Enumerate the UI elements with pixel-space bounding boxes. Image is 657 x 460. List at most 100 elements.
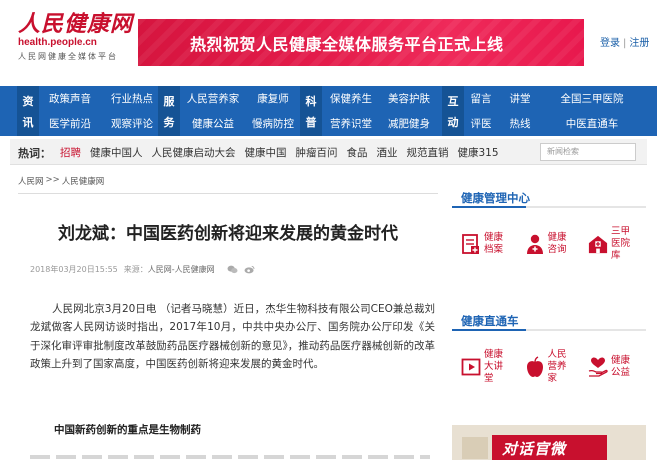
nutrition-expert-link[interactable]: 人民营养家: [525, 348, 577, 386]
doctor-icon: [526, 234, 543, 254]
icon-label: 健康咨询: [547, 232, 567, 255]
health-lecture-link[interactable]: 健康大讲堂: [461, 348, 513, 386]
site-header: 人民健康网 health.people.cn 人民网健康全媒体平台 热烈祝贺人民…: [0, 0, 657, 85]
breadcrumb: 人民网 >> 人民健康网: [18, 175, 438, 187]
nav-item-policy[interactable]: 政策声音: [39, 86, 101, 111]
heart-hand-icon: [588, 357, 608, 377]
nav-category-news[interactable]: 资 讯: [17, 86, 39, 136]
nav-category-char: 务: [163, 115, 175, 129]
nav-item-skincare[interactable]: 美容护肤: [380, 86, 438, 111]
hospital-icon: [588, 235, 608, 254]
news-search-input[interactable]: 新闻检索: [540, 143, 636, 161]
nav-block-interact: 互 动 留言 评医: [442, 86, 498, 136]
nav-item-hotline[interactable]: 热线: [503, 111, 537, 136]
article-text-continues: [30, 455, 430, 459]
article-body-paragraph: 人民网北京3月20日电 （记者马晓慧）近日，杰华生物科技有限公司CEO兼总裁刘龙…: [30, 303, 435, 371]
breadcrumb-home[interactable]: 人民网: [18, 175, 44, 187]
nav-item-top-hospitals[interactable]: 全国三甲医院: [537, 86, 647, 111]
nav-item-nutrition-class[interactable]: 营养识堂: [322, 111, 380, 136]
nav-item-nutrition-expert[interactable]: 人民营养家: [180, 86, 246, 111]
section-title: 健康管理中心: [452, 188, 646, 208]
nav-category-char: 普: [305, 115, 317, 129]
banner-text: 热烈祝贺人民健康全媒体服务平台正式上线: [190, 35, 504, 54]
hot-words-list: 招聘 健康中国人 人民健康启动大会 健康中国 肿瘤百问 食品 酒业 规范直销 健…: [60, 145, 499, 160]
hot-word[interactable]: 人民健康启动大会: [152, 145, 236, 160]
share-buttons: [227, 265, 255, 274]
nav-category-char: 动: [447, 115, 459, 129]
top-banner[interactable]: 热烈祝贺人民健康全媒体服务平台正式上线: [138, 19, 584, 66]
hot-word[interactable]: 酒业: [377, 145, 398, 160]
link-separator: |: [623, 38, 627, 49]
nav-category-char: 服: [163, 94, 175, 108]
apple-icon: [526, 356, 543, 377]
icon-label: 三甲医院库: [611, 226, 631, 261]
icon-label: 健康大讲堂: [484, 349, 504, 384]
login-link[interactable]: 登录: [600, 38, 620, 49]
hot-words-label: 热词：: [18, 147, 51, 160]
article: 人民网 >> 人民健康网 刘龙斌：中国医药创新将迎来发展的黄金时代 2018年0…: [18, 175, 438, 459]
nav-category-char: 互: [447, 94, 459, 108]
icon-label: 健康档案: [484, 232, 504, 255]
nav-item-tcm-express[interactable]: 中医直通车: [537, 111, 647, 136]
nav-item-commentary[interactable]: 观察评论: [101, 111, 163, 136]
hot-word[interactable]: 食品: [347, 145, 368, 160]
article-meta: 2018年03月20日15:55 来源：人民网-人民健康网: [30, 264, 255, 275]
health-file-icon: [462, 234, 479, 254]
banner-label: 对话官微: [502, 440, 567, 458]
nav-item-rate-doctor[interactable]: 评医: [464, 111, 498, 136]
register-link[interactable]: 注册: [629, 38, 649, 49]
logo-url: health.people.cn: [18, 37, 97, 48]
nav-item-rehab[interactable]: 康复师: [246, 86, 300, 111]
nav-item-medical-frontier[interactable]: 医学前沿: [39, 111, 101, 136]
hot-word[interactable]: 健康中国: [245, 145, 287, 160]
health-file-link[interactable]: 健康档案: [461, 225, 513, 263]
site-logo[interactable]: 人民健康网 health.people.cn 人民网健康全媒体平台: [18, 12, 133, 62]
nav-category-interact[interactable]: 互 动: [442, 86, 464, 136]
nav-block-science: 科 普 保健养生 营养识堂 美容护肤 减肥健身: [300, 86, 438, 136]
article-source[interactable]: 人民网-人民健康网: [148, 265, 215, 274]
breadcrumb-health[interactable]: 人民健康网: [62, 175, 105, 187]
icon-label: 人民营养家: [547, 349, 567, 384]
nav-item-public-welfare[interactable]: 健康公益: [180, 111, 246, 136]
source-label: 来源：: [123, 265, 148, 274]
nav-item-fitness[interactable]: 减肥健身: [380, 111, 438, 136]
nav-item-lecture[interactable]: 讲堂: [503, 86, 537, 111]
official-weibo-banner[interactable]: 对话官微: [452, 425, 646, 460]
nav-category-char: 讯: [22, 115, 34, 129]
health-consult-link[interactable]: 健康咨询: [525, 225, 577, 263]
article-subheading: 中国新药创新的重点是生物制药: [54, 424, 201, 436]
hospital-library-link[interactable]: 三甲医院库: [588, 225, 640, 263]
banner-decoration: [462, 437, 488, 459]
health-express: 健康直通车 健康大讲堂 人民营养家 健康公益: [452, 311, 646, 386]
nav-item-health-care[interactable]: 保健养生: [322, 86, 380, 111]
nav-category-service[interactable]: 服 务: [158, 86, 180, 136]
hot-word[interactable]: 肿瘤百问: [296, 145, 338, 160]
nav-category-science[interactable]: 科 普: [300, 86, 322, 136]
video-play-icon: [461, 358, 481, 376]
hot-word[interactable]: 健康315: [458, 145, 499, 160]
nav-block-service: 服 务 人民营养家 健康公益 康复师 慢病防控: [158, 86, 300, 136]
article-date: 2018年03月20日15:55: [30, 265, 118, 274]
logo-subtitle: 人民网健康全媒体平台: [18, 52, 118, 61]
nav-block-news: 资 讯 政策声音 医学前沿 行业热点 观察评论: [17, 86, 163, 136]
health-management-center: 健康管理中心 健康档案 健康咨询 三甲医院库: [452, 188, 646, 263]
wechat-icon[interactable]: [227, 265, 238, 274]
hot-word[interactable]: 健康中国人: [90, 145, 143, 160]
nav-block-extra: 讲堂 热线 全国三甲医院 中医直通车: [503, 86, 647, 136]
account-links: 登录 | 注册: [600, 34, 649, 49]
logo-main-text: 人民健康网: [18, 11, 134, 37]
icon-label: 健康公益: [611, 355, 631, 378]
hot-words-bar: 热词： 招聘 健康中国人 人民健康启动大会 健康中国 肿瘤百问 食品 酒业 规范…: [10, 139, 647, 165]
nav-item-chronic-disease[interactable]: 慢病防控: [246, 111, 300, 136]
article-title: 刘龙斌：中国医药创新将迎来发展的黄金时代: [58, 224, 398, 244]
nav-item-message[interactable]: 留言: [464, 86, 498, 111]
section-title: 健康直通车: [452, 311, 646, 331]
health-charity-link[interactable]: 健康公益: [588, 348, 640, 386]
nav-category-char: 资: [22, 94, 34, 108]
breadcrumb-divider: [18, 193, 438, 194]
nav-category-char: 科: [305, 94, 317, 108]
weibo-icon[interactable]: [244, 265, 255, 274]
nav-item-industry[interactable]: 行业热点: [101, 86, 163, 111]
hot-word[interactable]: 规范直销: [407, 145, 449, 160]
hot-word[interactable]: 招聘: [60, 145, 81, 160]
